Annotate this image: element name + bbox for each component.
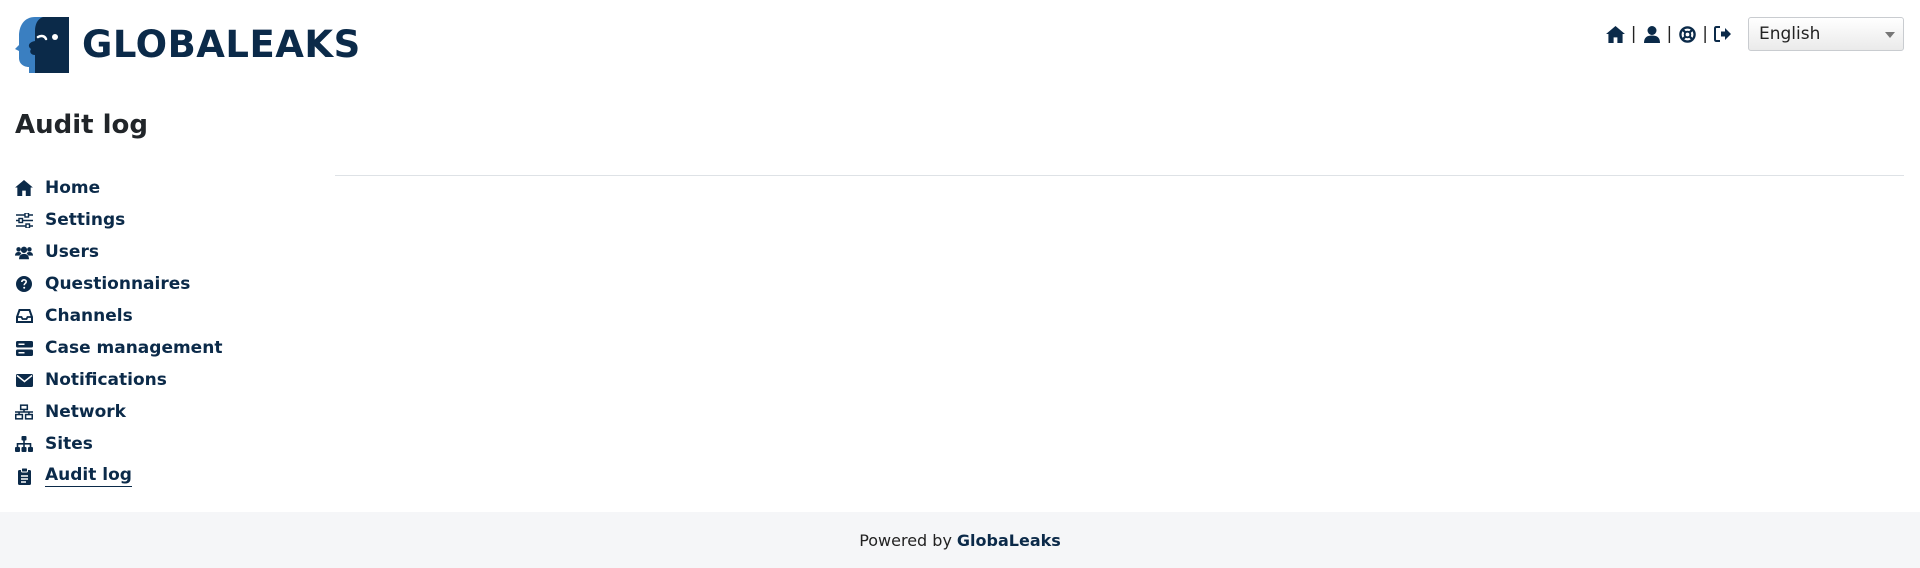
clipboard-icon [15, 467, 33, 485]
sidebar-item-settings[interactable]: Settings [15, 204, 245, 236]
users-icon [15, 243, 33, 261]
sidebar-item-sites[interactable]: Sites [15, 428, 245, 460]
support-icon[interactable] [1676, 23, 1698, 45]
sidebar-item-case-management[interactable]: Case management [15, 332, 245, 364]
sidebar-item-channels[interactable]: Channels [15, 300, 245, 332]
top-navigation: | | | English [1605, 17, 1904, 51]
user-icon[interactable] [1641, 23, 1663, 45]
logout-icon[interactable] [1712, 23, 1734, 45]
sidebar-item-audit-log[interactable]: Audit log [15, 460, 245, 492]
server-icon [15, 339, 33, 357]
chevron-down-icon [1885, 32, 1895, 38]
sidebar-item-questionnaires[interactable]: Questionnaires [15, 268, 245, 300]
footer-powered-by: Powered by [859, 530, 952, 550]
nav-separator: | [1702, 24, 1708, 44]
envelope-icon [15, 371, 33, 389]
sidebar-item-label: Sites [45, 434, 93, 454]
sliders-icon [15, 211, 33, 229]
network-icon [15, 403, 33, 421]
sidebar-item-home[interactable]: Home [15, 172, 245, 204]
sidebar-item-label: Case management [45, 338, 223, 358]
sitemap-icon [15, 435, 33, 453]
inbox-icon [15, 307, 33, 325]
sidebar-item-notifications[interactable]: Notifications [15, 364, 245, 396]
sidebar-item-label: Settings [45, 210, 126, 230]
sidebar-item-label: Questionnaires [45, 274, 191, 294]
globaleaks-logo[interactable]: GLOBALEAKS [15, 15, 361, 73]
logo-text: GLOBALEAKS [82, 22, 361, 66]
nav-separator: | [1630, 24, 1637, 44]
sidebar-item-users[interactable]: Users [15, 236, 245, 268]
content-divider [335, 175, 1904, 176]
question-circle-icon [15, 275, 33, 293]
language-select[interactable]: English [1748, 17, 1904, 51]
home-icon [15, 179, 33, 197]
sidebar-item-label: Users [45, 242, 99, 262]
home-icon[interactable] [1605, 23, 1627, 45]
sidebar-item-label: Network [45, 402, 126, 422]
logo-faces-icon [15, 17, 69, 73]
page-title: Audit log [15, 110, 149, 140]
sidebar-item-label: Notifications [45, 370, 167, 390]
footer-brand-link[interactable]: GlobaLeaks [957, 531, 1061, 550]
language-select-value: English [1759, 24, 1821, 44]
sidebar-item-label: Channels [45, 306, 133, 326]
nav-separator: | [1666, 24, 1673, 44]
sidebar-nav: Home Settings Users Questionnaires Chann… [15, 172, 245, 492]
sidebar-item-label: Audit log [45, 465, 132, 487]
sidebar-item-label: Home [45, 178, 101, 198]
sidebar-item-network[interactable]: Network [15, 396, 245, 428]
footer: Powered by GlobaLeaks [0, 512, 1920, 568]
